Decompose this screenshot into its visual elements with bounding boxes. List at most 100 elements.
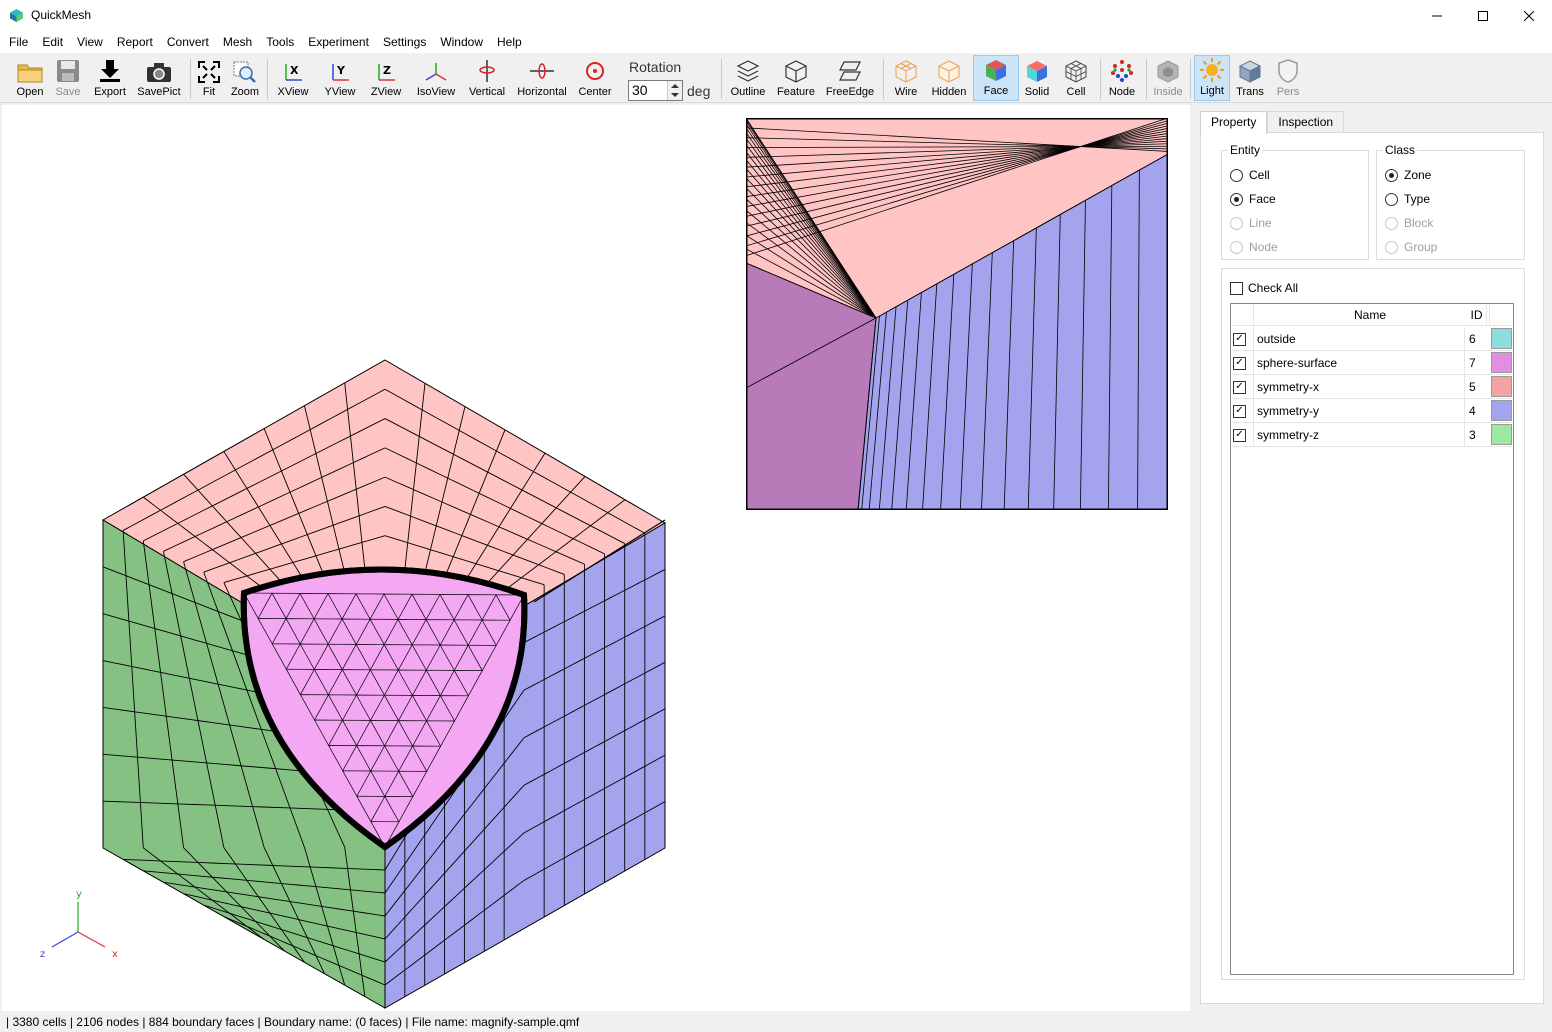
shield-icon — [1278, 59, 1298, 83]
wire-button[interactable]: Wire — [888, 55, 924, 101]
property-tab-body: Entity Cell Face Line Node Class Zone Ty… — [1200, 132, 1544, 1004]
zoom-button[interactable]: Zoom — [228, 55, 262, 101]
menu-window[interactable]: Window — [433, 31, 490, 53]
row-checkbox[interactable]: ✓ — [1233, 356, 1246, 370]
menu-help[interactable]: Help — [490, 31, 529, 53]
camera-icon — [147, 63, 171, 82]
menu-edit[interactable]: Edit — [35, 31, 70, 53]
row-checkbox[interactable]: ✓ — [1233, 404, 1246, 418]
cell-grid-cube-icon — [1065, 60, 1087, 83]
class-zone-radio[interactable]: Zone — [1385, 168, 1431, 182]
color-swatch[interactable] — [1491, 328, 1512, 349]
save-button[interactable]: Save — [50, 55, 86, 101]
class-group-radio[interactable]: Group — [1385, 240, 1437, 254]
wire-cube-icon — [895, 60, 917, 83]
isoview-button[interactable]: IsoView — [412, 55, 460, 101]
center-rotate-button[interactable]: Center — [574, 55, 616, 101]
class-block-radio[interactable]: Block — [1385, 216, 1433, 230]
mesh-viewport[interactable]: y z x — [2, 105, 1190, 1011]
menu-settings[interactable]: Settings — [376, 31, 433, 53]
toolbar-separator — [1146, 59, 1147, 99]
face-button[interactable]: Face — [973, 55, 1019, 101]
color-swatch[interactable] — [1491, 352, 1512, 373]
color-swatch[interactable] — [1491, 424, 1512, 445]
class-type-radio[interactable]: Type — [1385, 192, 1430, 206]
toolbar-separator — [1190, 59, 1191, 99]
hidden-cube-icon — [938, 60, 960, 83]
menu-tools[interactable]: Tools — [259, 31, 301, 53]
outline-layers-icon — [736, 60, 760, 82]
export-button[interactable]: Export — [90, 55, 130, 101]
z-axis-view-icon: Z — [378, 64, 395, 81]
menu-view[interactable]: View — [70, 31, 110, 53]
entity-face-radio[interactable]: Face — [1230, 192, 1276, 206]
row-checkbox[interactable]: ✓ — [1233, 332, 1246, 346]
trans-button[interactable]: Trans — [1232, 55, 1268, 101]
table-row[interactable]: ✓ symmetry-z 3 — [1231, 423, 1513, 447]
panel-tabs: Property Inspection — [1200, 111, 1345, 134]
maximize-button[interactable] — [1460, 0, 1506, 31]
entity-line-radio[interactable]: Line — [1230, 216, 1272, 230]
toolbar: Open Save Export SavePict Fit Zoom X XVi… — [0, 53, 1552, 103]
hex-mesh-model — [102, 359, 666, 1009]
fit-button[interactable]: Fit — [194, 55, 224, 101]
mesh-canvas[interactable]: y z x — [2, 105, 1190, 1011]
property-panel: Property Inspection Entity Cell Face Lin… — [1192, 105, 1552, 1011]
xview-button[interactable]: X XView — [272, 55, 314, 101]
menu-file[interactable]: File — [2, 31, 35, 53]
close-button[interactable] — [1506, 0, 1552, 31]
color-swatch[interactable] — [1491, 376, 1512, 397]
color-swatch[interactable] — [1491, 400, 1512, 421]
rotation-unit: deg — [687, 83, 711, 99]
table-row[interactable]: ✓ symmetry-x 5 — [1231, 375, 1513, 399]
column-name[interactable]: Name — [1254, 304, 1487, 326]
pers-button[interactable]: Pers — [1272, 55, 1304, 101]
open-button[interactable]: Open — [10, 55, 50, 101]
title-bar: QuickMesh — [0, 0, 1552, 31]
feature-button[interactable]: Feature — [774, 55, 818, 101]
outline-button[interactable]: Outline — [726, 55, 770, 101]
node-points-icon — [1111, 60, 1133, 82]
yview-button[interactable]: Y YView — [320, 55, 360, 101]
hidden-button[interactable]: Hidden — [928, 55, 970, 101]
menu-experiment[interactable]: Experiment — [301, 31, 376, 53]
maximize-icon — [1478, 10, 1488, 21]
solid-button[interactable]: Solid — [1022, 55, 1052, 101]
sun-icon — [1200, 58, 1224, 82]
rotation-label: Rotation — [629, 59, 682, 75]
toolbar-separator — [1100, 59, 1101, 99]
svg-text:Y: Y — [336, 64, 346, 77]
freeedge-button[interactable]: FreeEdge — [822, 55, 878, 101]
horizontal-rotate-button[interactable]: Horizontal — [514, 55, 570, 101]
table-row[interactable]: ✓ sphere-surface 7 — [1231, 351, 1513, 375]
row-checkbox[interactable]: ✓ — [1233, 380, 1246, 394]
menu-convert[interactable]: Convert — [160, 31, 216, 53]
table-row[interactable]: ✓ symmetry-y 4 — [1231, 399, 1513, 423]
zview-button[interactable]: Z ZView — [366, 55, 406, 101]
menu-mesh[interactable]: Mesh — [216, 31, 259, 53]
cell-button[interactable]: Cell — [1058, 55, 1094, 101]
column-id[interactable]: ID — [1464, 304, 1490, 326]
check-all-checkbox[interactable]: Check All — [1230, 281, 1298, 295]
entity-legend: Entity — [1228, 143, 1263, 157]
menu-report[interactable]: Report — [110, 31, 160, 53]
minimize-button[interactable] — [1414, 0, 1460, 31]
savepict-button[interactable]: SavePict — [134, 55, 184, 101]
class-legend: Class — [1383, 143, 1418, 157]
entity-cell-radio[interactable]: Cell — [1230, 168, 1270, 182]
row-checkbox[interactable]: ✓ — [1233, 428, 1246, 442]
entity-node-radio[interactable]: Node — [1230, 240, 1278, 254]
inside-button[interactable]: Inside — [1150, 55, 1186, 101]
node-button[interactable]: Node — [1104, 55, 1140, 101]
window-title: QuickMesh — [31, 8, 92, 22]
zone-list-group: Check All Name ID ✓ outside 6 ✓ sphere-s… — [1221, 268, 1525, 980]
tab-inspection[interactable]: Inspection — [1267, 111, 1345, 133]
vertical-rotate-button[interactable]: Vertical — [466, 55, 508, 101]
status-bar: | 3380 cells | 2106 nodes | 884 boundary… — [0, 1012, 1552, 1032]
axis-z-label: z — [40, 949, 45, 960]
table-row[interactable]: ✓ outside 6 — [1231, 327, 1513, 351]
rotation-stepper[interactable] — [667, 81, 682, 100]
zone-grid: Name ID ✓ outside 6 ✓ sphere-surface 7 ✓ — [1230, 303, 1514, 975]
light-button[interactable]: Light — [1194, 55, 1230, 101]
tab-property[interactable]: Property — [1200, 111, 1268, 134]
